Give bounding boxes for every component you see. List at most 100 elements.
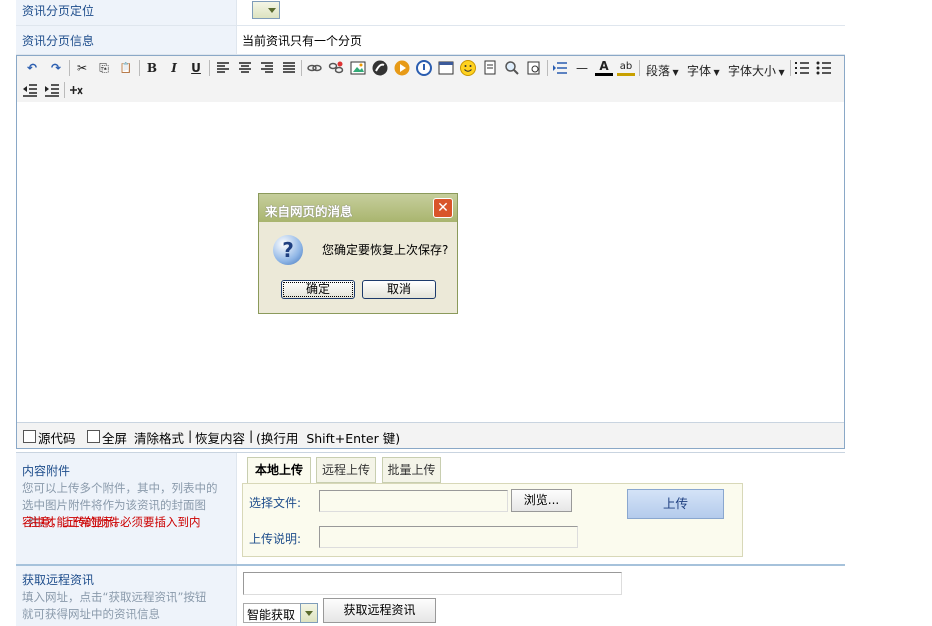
font-size-label: 字体大小 — [728, 64, 777, 78]
fullscreen-checkbox[interactable] — [87, 430, 100, 443]
insert-row-icon[interactable] — [551, 59, 569, 77]
outdent-icon[interactable] — [21, 81, 39, 99]
attachments-title: 内容附件 — [22, 464, 71, 478]
cancel-button[interactable]: 取消 — [362, 280, 436, 299]
attachments-label-cell: 内容附件 您可以上传多个附件，其中，列表中的 选中图片附件将作为该资讯的封面图 … — [16, 453, 237, 564]
page-info-label-cell: 资讯分页信息 — [16, 26, 237, 54]
tab-batch-upload[interactable]: 批量上传 — [382, 457, 441, 483]
indent-icon[interactable] — [43, 81, 61, 99]
link-icon[interactable] — [305, 59, 323, 77]
tab-remote-upload[interactable]: 远程上传 — [316, 457, 376, 483]
background-color-icon[interactable]: ab — [617, 59, 635, 76]
toolbar-separator — [139, 60, 140, 76]
fetch-mode-dropdown[interactable] — [300, 603, 318, 623]
tab-local-upload[interactable]: 本地上传 — [247, 457, 311, 484]
page-position-label: 资讯分页定位 — [22, 4, 95, 18]
align-justify-icon[interactable] — [280, 59, 298, 77]
toolbar-separator — [64, 82, 65, 98]
toolbar-separator — [209, 60, 210, 76]
remote-desc-line: 填入网址，点击“获取远程资讯”按钮 — [22, 590, 207, 604]
fetch-remote-button[interactable]: 获取远程资讯 — [323, 598, 436, 623]
template-icon[interactable] — [481, 59, 499, 77]
underline-icon[interactable]: U — [187, 59, 205, 77]
paste-icon[interactable]: 📋 — [117, 59, 135, 77]
italic-icon[interactable]: I — [165, 59, 183, 77]
fullscreen-label: 全屏 — [102, 431, 128, 446]
remote-label-cell: 获取远程资讯 填入网址，点击“获取远程资讯”按钮 就可获得网址中的资讯信息 — [16, 566, 237, 626]
file-path-input[interactable] — [319, 490, 508, 512]
ordered-list-icon[interactable] — [793, 59, 811, 77]
find-icon[interactable] — [503, 59, 521, 77]
media-icon[interactable] — [393, 59, 411, 77]
unlink-icon[interactable] — [327, 59, 345, 77]
toolbar-separator — [547, 60, 548, 76]
ok-button[interactable]: 确定 — [281, 280, 355, 299]
toolbar-separator — [301, 60, 302, 76]
special-char-icon[interactable] — [415, 59, 433, 77]
image-icon[interactable] — [349, 59, 367, 77]
page-info-row: 资讯分页信息 当前资讯只有一个分页 — [16, 26, 845, 55]
emoticon-icon[interactable] — [459, 59, 477, 77]
flash-icon[interactable] — [371, 59, 389, 77]
paragraph-dropdown[interactable]: 段落 ▼ — [646, 62, 679, 79]
paragraph-label: 段落 — [646, 64, 671, 78]
footer-separator: | — [188, 428, 193, 443]
remove-format-icon[interactable] — [67, 81, 85, 99]
caret-down-icon: ▼ — [776, 68, 785, 77]
page-info-value: 当前资讯只有一个分页 — [242, 34, 363, 48]
restore-content-link[interactable]: 恢复内容 — [195, 428, 245, 447]
table-icon[interactable] — [437, 59, 455, 77]
caret-down-icon: ▼ — [670, 68, 679, 77]
remote-fetch-section: 获取远程资讯 填入网址，点击“获取远程资讯”按钮 就可获得网址中的资讯信息 智能… — [16, 566, 845, 626]
font-dropdown[interactable]: 字体 ▼ — [687, 62, 720, 79]
page-position-row: 资讯分页定位 — [16, 0, 845, 26]
attachments-desc-line: 您可以上传多个附件，其中，列表中的 — [22, 481, 218, 495]
question-icon: ? — [273, 235, 303, 265]
attachments-description: 您可以上传多个附件，其中，列表中的 选中图片附件将作为该资讯的封面图 片。 注意，… — [22, 480, 234, 531]
undo-icon[interactable]: ↶ — [23, 59, 41, 77]
editor-toolbar: ↶ ↷ ✂ ⎘ 📋 B I U — A ab 段落 ▼ 字体 ▼ 字体大小 ▼ — [17, 56, 844, 103]
dialog-titlebar[interactable]: 来自网页的消息 ✕ — [259, 194, 457, 222]
footer-separator: | — [249, 428, 254, 443]
close-icon[interactable]: ✕ — [433, 198, 453, 218]
page-position-select[interactable] — [252, 1, 280, 19]
upload-desc-label: 上传说明: — [249, 532, 302, 546]
font-size-dropdown[interactable]: 字体大小 ▼ — [728, 62, 785, 79]
unordered-list-icon[interactable] — [815, 59, 833, 77]
preview-icon[interactable] — [525, 59, 543, 77]
redo-icon[interactable]: ↷ — [47, 59, 65, 77]
chevron-down-icon — [305, 611, 313, 616]
source-code-label: 源代码 — [38, 431, 76, 446]
align-right-icon[interactable] — [258, 59, 276, 77]
toolbar-separator — [790, 60, 791, 76]
remote-description: 填入网址，点击“获取远程资讯”按钮 就可获得网址中的资讯信息 — [22, 589, 234, 623]
copy-icon[interactable]: ⎘ — [95, 59, 113, 77]
upload-desc-input[interactable] — [319, 526, 578, 548]
dialog-title: 来自网页的消息 — [265, 204, 353, 219]
fetch-mode-select[interactable]: 智能获取 — [243, 603, 318, 623]
horizontal-rule-icon[interactable]: — — [573, 59, 591, 77]
attachments-section: 内容附件 您可以上传多个附件，其中，列表中的 选中图片附件将作为该资讯的封面图 … — [16, 452, 845, 566]
toolbar-separator — [69, 60, 70, 76]
page-position-label-cell: 资讯分页定位 — [16, 0, 237, 25]
attachments-desc-line: 选中图片附件将作为该资讯的封面图 — [22, 498, 206, 512]
align-left-icon[interactable] — [214, 59, 232, 77]
upload-button[interactable]: 上传 — [627, 489, 724, 519]
font-color-icon[interactable]: A — [595, 59, 613, 76]
dialog-message: 您确定要恢复上次保存? — [322, 243, 449, 257]
font-label: 字体 — [687, 64, 712, 78]
cut-icon[interactable]: ✂ — [73, 59, 91, 77]
clear-format-link[interactable]: 清除格式 — [134, 428, 184, 447]
toolbar-separator — [639, 60, 640, 76]
page-info-label: 资讯分页信息 — [22, 34, 95, 48]
source-code-checkbox[interactable] — [23, 430, 36, 443]
align-center-icon[interactable] — [236, 59, 254, 77]
confirm-dialog: 来自网页的消息 ✕ ? 您确定要恢复上次保存? 确定 取消 — [258, 193, 458, 314]
caret-down-icon: ▼ — [711, 68, 720, 77]
editor-footer: 源代码 全屏 清除格式 | 恢复内容 | (换行用 Shift+Enter 键) — [17, 422, 844, 448]
chevron-down-icon — [268, 8, 276, 13]
bold-icon[interactable]: B — [143, 59, 161, 77]
remote-url-input[interactable] — [243, 572, 622, 595]
browse-button[interactable]: 浏览... — [511, 489, 572, 512]
file-label: 选择文件: — [249, 496, 302, 510]
